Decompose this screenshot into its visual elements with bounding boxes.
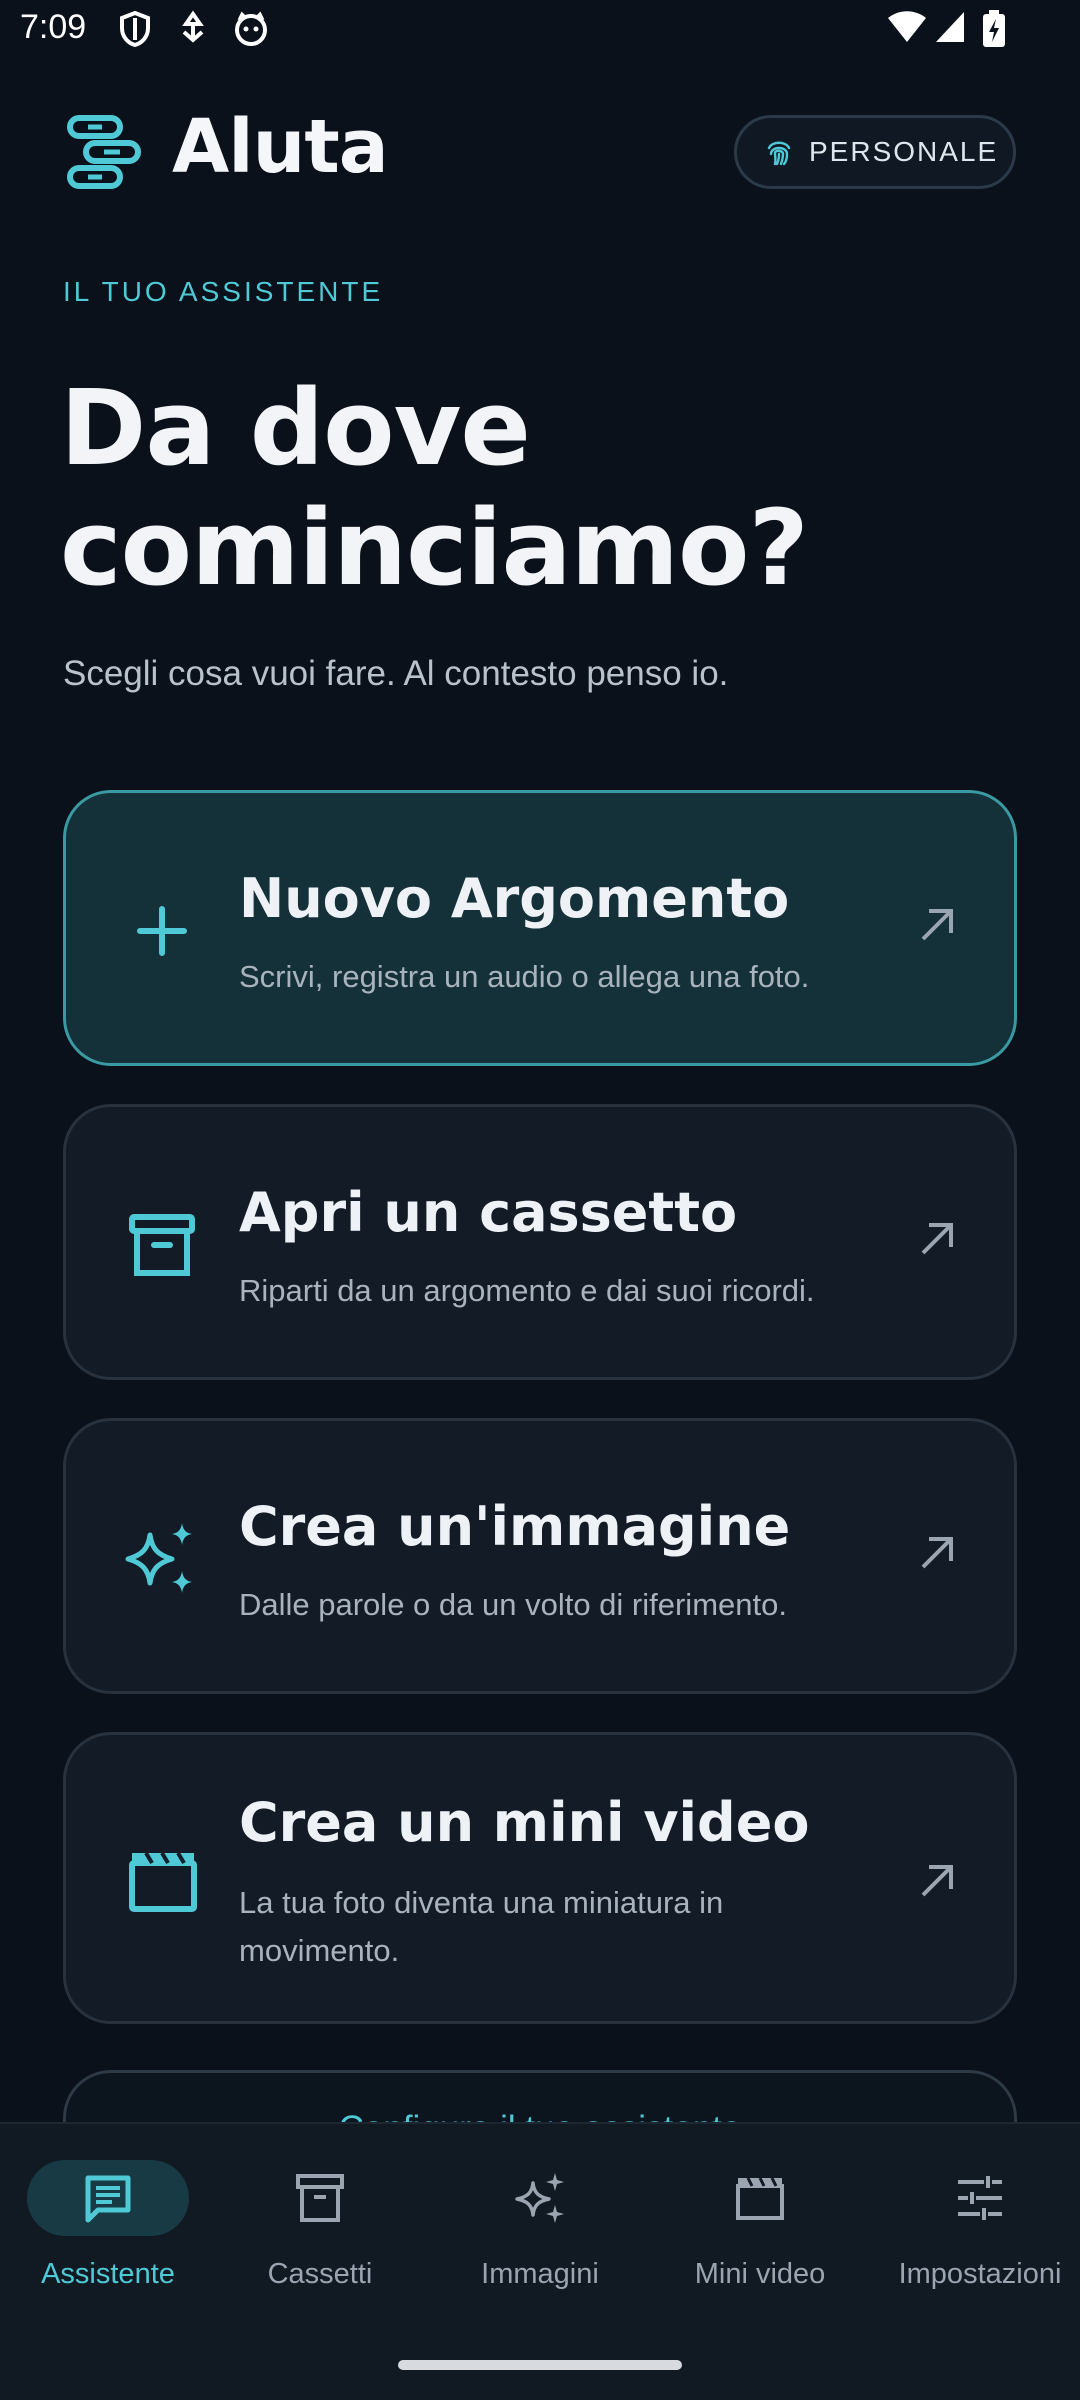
cat-icon <box>232 10 270 48</box>
card-title: Crea un'immagine <box>239 1495 791 1558</box>
chat-icon <box>85 2175 131 2223</box>
card-title: Crea un mini video <box>239 1791 810 1854</box>
sliders-icon <box>958 2176 1002 2220</box>
tab-cassetti[interactable]: Cassetti <box>212 2160 428 2300</box>
tab-label: Assistente <box>41 2258 175 2290</box>
tab-immagini[interactable]: Immagini <box>432 2160 648 2300</box>
shield-icon <box>118 10 152 48</box>
sparkles-icon <box>515 2173 564 2223</box>
section-eyebrow: IL TUO ASSISTENTE <box>63 276 384 307</box>
create-mini-video-card[interactable]: Crea un mini video La tua foto diventa u… <box>63 1732 1017 2024</box>
page-title-line1: Da dove <box>60 367 531 489</box>
page-title: Da dove cominciamo? <box>60 368 1020 608</box>
arrow-up-right-icon <box>915 903 959 951</box>
tab-label: Immagini <box>481 2258 599 2290</box>
status-time: 7:09 <box>20 8 87 46</box>
card-title: Apri un cassetto <box>239 1181 738 1244</box>
tab-mini-video[interactable]: Mini video <box>652 2160 868 2300</box>
card-description: Dalle parole o da un volto di riferiment… <box>239 1587 787 1622</box>
clapperboard-icon <box>736 2177 784 2220</box>
open-drawer-card[interactable]: Apri un cassetto Riparti da un argomento… <box>63 1104 1017 1380</box>
clapperboard-icon <box>120 1839 204 1927</box>
arrow-up-right-icon <box>915 1531 959 1579</box>
tab-label: Cassetti <box>267 2258 373 2290</box>
app-name: Aluta <box>172 104 389 190</box>
home-indicator[interactable] <box>398 2360 682 2370</box>
tab-active-indicator <box>27 2160 189 2236</box>
signal-icon <box>934 10 966 44</box>
sparkles-icon <box>120 1517 204 1605</box>
create-image-card[interactable]: Crea un'immagine Dalle parole o da un vo… <box>63 1418 1017 1694</box>
arrow-up-right-icon <box>915 1217 959 1265</box>
card-title: Nuovo Argomento <box>239 867 790 930</box>
page-subtitle: Scegli cosa vuoi fare. Al contesto penso… <box>63 654 729 693</box>
battery-icon <box>982 10 1006 48</box>
status-bar: 7:09 <box>0 0 1080 62</box>
archive-icon <box>296 2174 344 2222</box>
card-description: La tua foto diventa una miniatura in mov… <box>239 1885 724 1968</box>
tab-assistente[interactable]: Assistente <box>0 2160 216 2300</box>
tab-impostazioni[interactable]: Impostazioni <box>872 2160 1080 2300</box>
tab-label: Impostazioni <box>898 2258 1062 2290</box>
profile-pill-label: PERSONALE <box>809 136 999 167</box>
archive-icon <box>120 1203 204 1291</box>
page-title-line2: cominciamo? <box>60 487 809 609</box>
new-topic-card[interactable]: Nuovo Argomento Scrivi, registra un audi… <box>63 790 1017 1066</box>
profile-switch-button[interactable]: PERSONALE <box>734 115 1016 189</box>
arrow-up-right-icon <box>915 1859 959 1907</box>
card-description: Scrivi, registra un audio o allega una f… <box>239 959 810 994</box>
card-description: Riparti da un argomento e dai suoi ricor… <box>239 1273 815 1308</box>
plus-icon <box>120 889 204 977</box>
usb-debug-icon <box>178 10 208 48</box>
app-header: Aluta PERSONALE <box>0 100 1080 210</box>
fingerprint-icon <box>767 141 791 166</box>
bottom-navigation: Assistente Cassetti Immagini Mini video … <box>0 2122 1080 2400</box>
wifi-icon <box>886 10 928 44</box>
app-logo-icon <box>66 114 142 190</box>
tab-label: Mini video <box>694 2258 826 2290</box>
